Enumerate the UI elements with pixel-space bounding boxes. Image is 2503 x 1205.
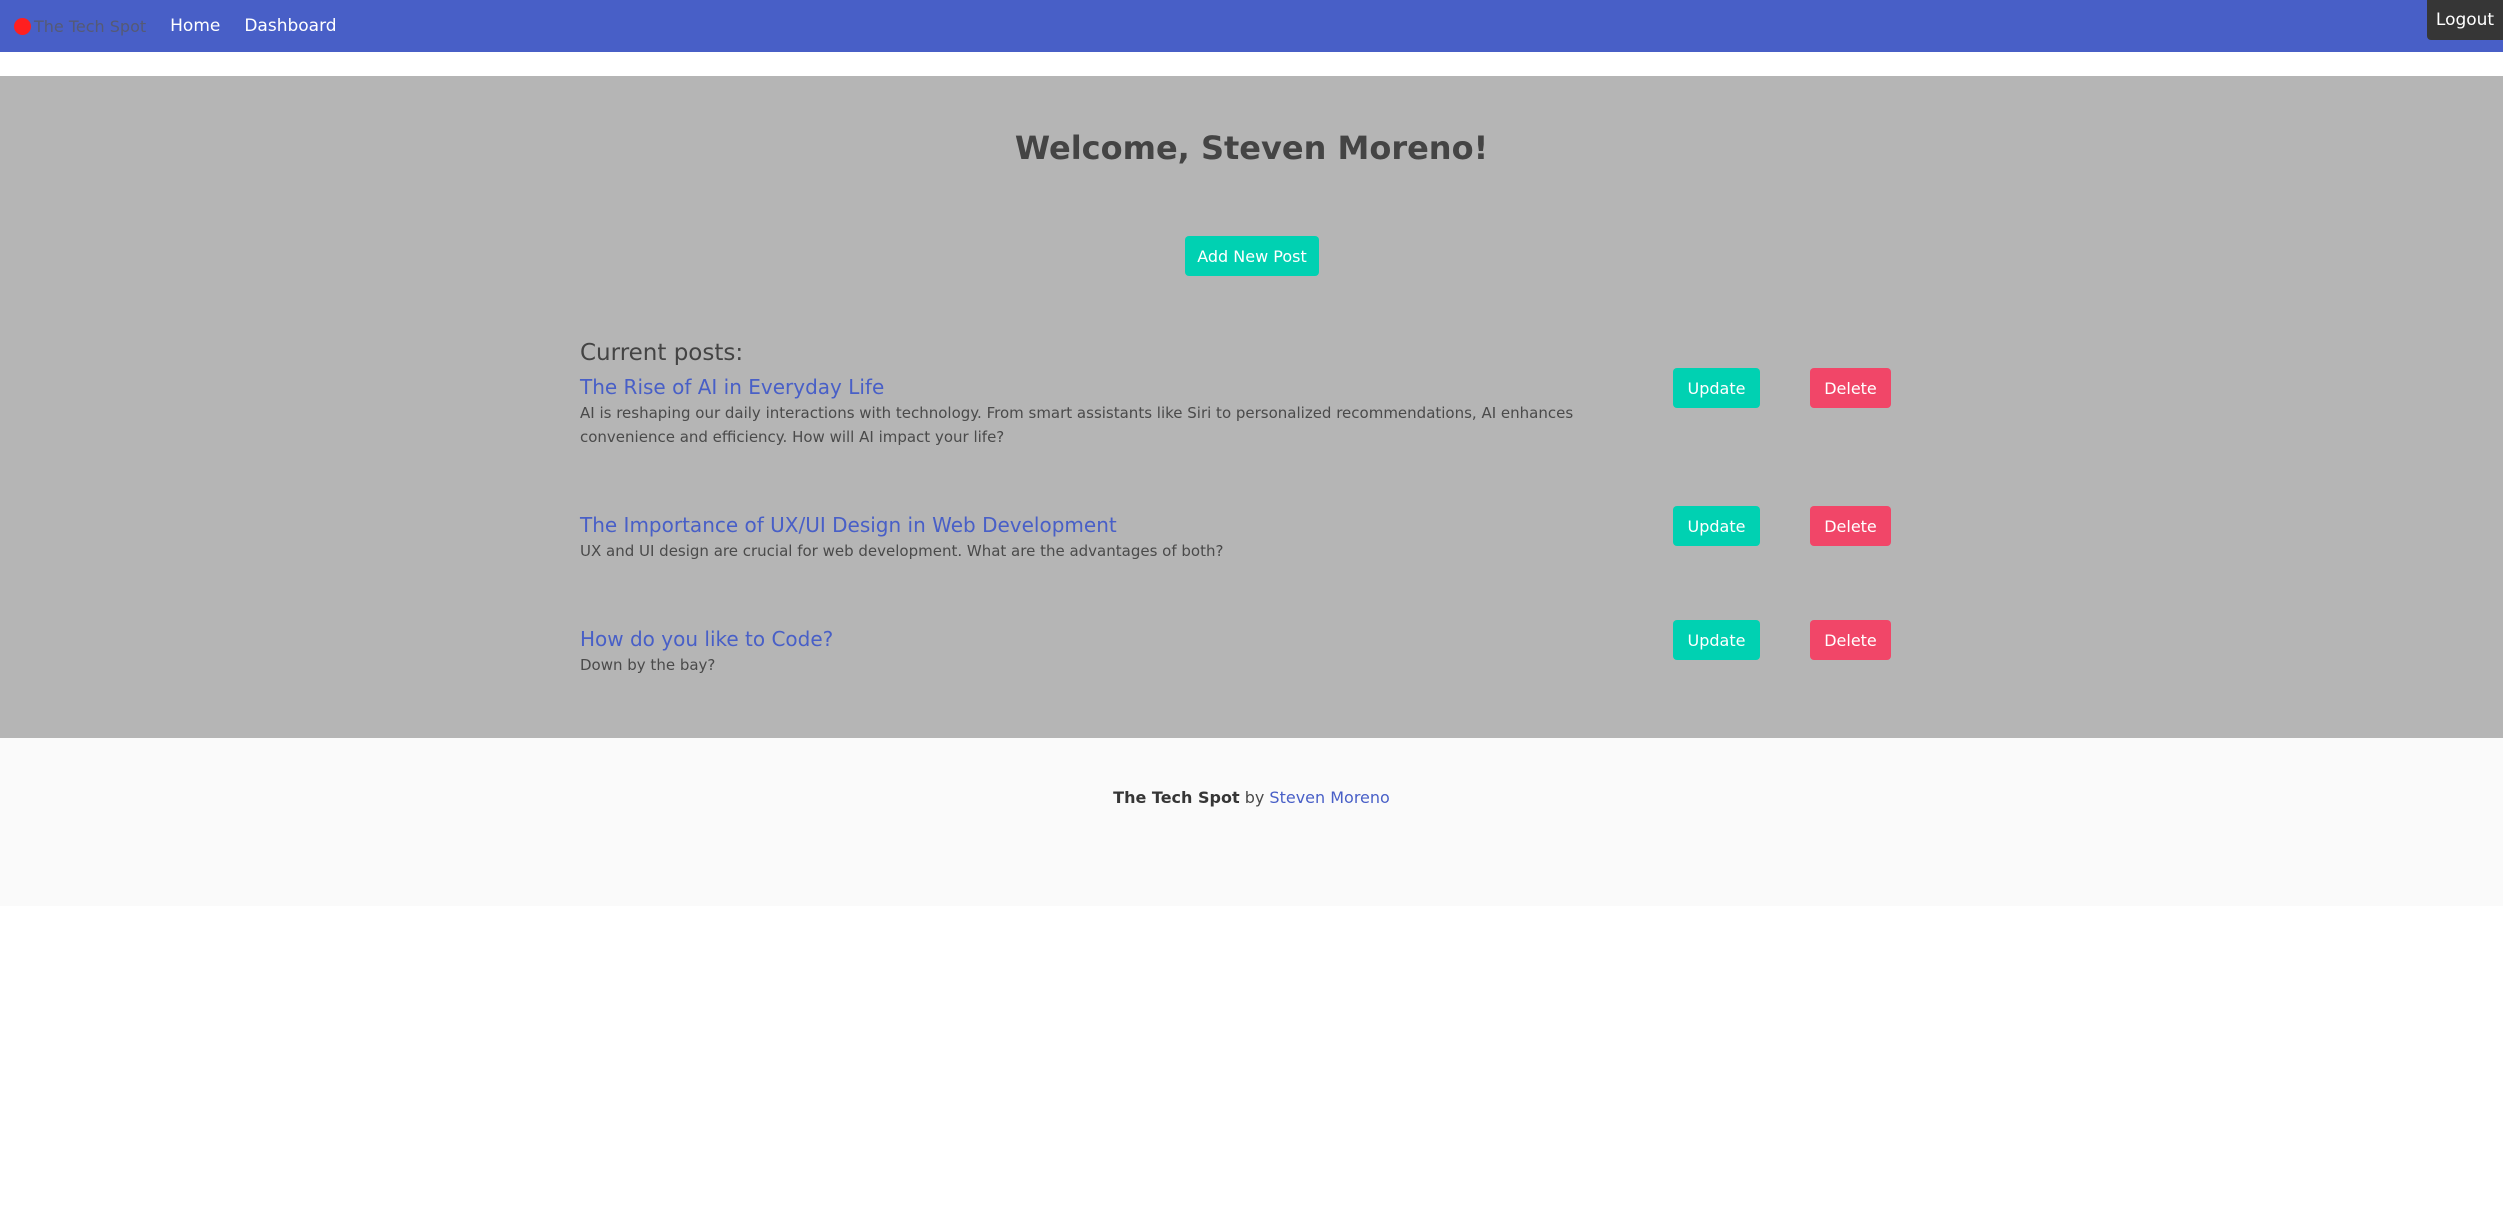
- post-body: AI is reshaping our daily interactions w…: [580, 404, 1574, 446]
- logout-button[interactable]: Logout: [2427, 0, 2503, 40]
- welcome-heading: Welcome, Steven Moreno!: [1014, 129, 1489, 167]
- delete-post-button[interactable]: Delete: [1810, 506, 1891, 546]
- navbar: The Tech Spot Home Dashboard Logout: [0, 0, 2503, 52]
- footer: The Tech Spot by Steven Moreno: [0, 738, 2503, 906]
- update-post-button[interactable]: Update: [1673, 620, 1760, 660]
- nav-dashboard-link[interactable]: Dashboard: [244, 16, 336, 36]
- delete-post-button[interactable]: Delete: [1810, 620, 1891, 660]
- brand-logo-icon: [14, 17, 31, 35]
- post-item: How do you like to Code? Down by the bay…: [580, 620, 1900, 677]
- footer-brand: The Tech Spot: [1113, 788, 1240, 807]
- footer-credit: The Tech Spot by Steven Moreno: [0, 788, 2503, 807]
- post-item: The Rise of AI in Everyday Life AI is re…: [580, 368, 1900, 449]
- dashboard-section: Welcome, Steven Moreno! Add New Post Cur…: [0, 76, 2503, 738]
- footer-by: by: [1244, 788, 1265, 807]
- post-body: Down by the bay?: [580, 656, 716, 674]
- current-posts-heading: Current posts:: [580, 340, 744, 366]
- post-body: UX and UI design are crucial for web dev…: [580, 542, 1224, 560]
- post-item: The Importance of UX/UI Design in Web De…: [580, 506, 1900, 563]
- update-post-button[interactable]: Update: [1673, 506, 1760, 546]
- brand-name: The Tech Spot: [34, 16, 147, 36]
- nav-home-link[interactable]: Home: [170, 16, 220, 36]
- brand-link[interactable]: The Tech Spot: [14, 0, 146, 52]
- update-post-button[interactable]: Update: [1673, 368, 1760, 408]
- delete-post-button[interactable]: Delete: [1810, 368, 1891, 408]
- footer-author-link[interactable]: Steven Moreno: [1269, 788, 1389, 807]
- add-new-post-button[interactable]: Add New Post: [1185, 236, 1319, 276]
